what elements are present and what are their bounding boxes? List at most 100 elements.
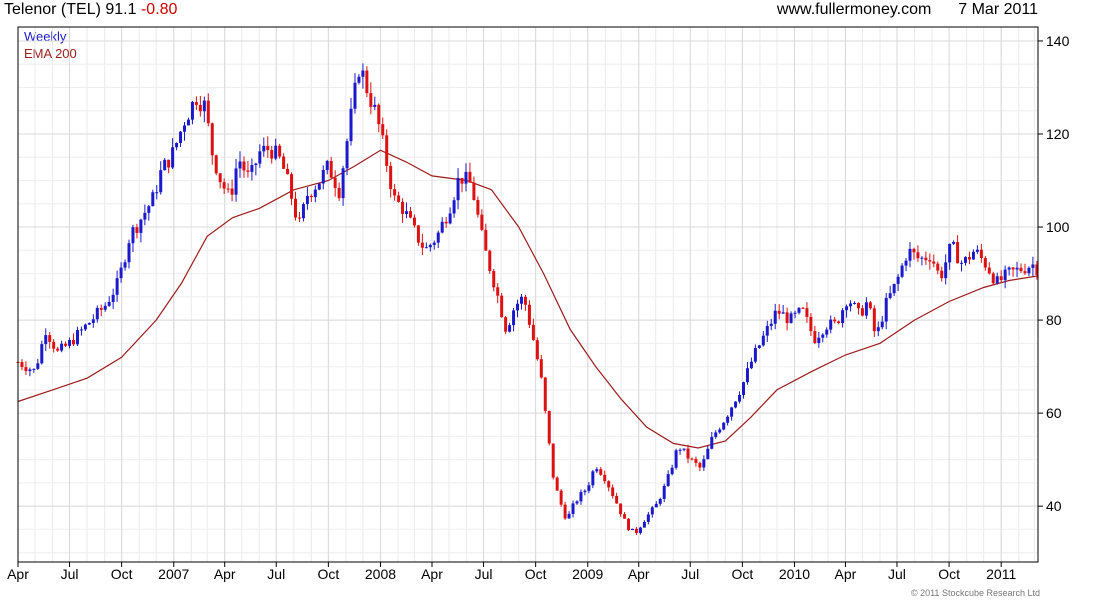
- weekly-body-up: [1007, 267, 1011, 270]
- weekly-body-down: [539, 359, 543, 378]
- weekly-body-down: [230, 188, 234, 195]
- weekly-body-down: [214, 155, 218, 174]
- x-tick-label: Oct: [111, 566, 133, 582]
- weekly-body-up: [274, 145, 278, 159]
- weekly-body-up: [849, 303, 853, 307]
- weekly-body-up: [773, 310, 777, 324]
- weekly-body-down: [484, 229, 488, 251]
- weekly-body-down: [543, 377, 547, 411]
- weekly-body-up: [587, 485, 591, 491]
- weekly-body-up: [151, 192, 155, 207]
- weekly-body-down: [523, 296, 527, 305]
- weekly-body-up: [797, 307, 801, 313]
- weekly-body-down: [278, 145, 282, 157]
- x-tick-label: Oct: [731, 566, 753, 582]
- weekly-body-up: [190, 101, 194, 120]
- weekly-body-down: [20, 362, 24, 368]
- y-tick-label: 40: [1046, 498, 1062, 514]
- weekly-body-down: [531, 324, 535, 341]
- weekly-body-down: [476, 199, 480, 215]
- weekly-body-up: [674, 450, 678, 468]
- weekly-body-up: [583, 490, 587, 493]
- x-tick-label: Apr: [7, 566, 29, 582]
- weekly-body-down: [377, 104, 381, 125]
- weekly-body-up: [702, 459, 706, 468]
- weekly-body-up: [738, 394, 742, 402]
- weekly-body-down: [246, 170, 250, 172]
- weekly-body-up: [44, 335, 48, 345]
- weekly-body-up: [706, 448, 710, 460]
- weekly-body-up: [238, 161, 242, 169]
- weekly-body-down: [389, 165, 393, 190]
- weekly-body-down: [932, 261, 936, 264]
- weekly-body-down: [496, 287, 500, 296]
- x-tick-label: 2009: [572, 566, 603, 582]
- weekly-body-down: [444, 221, 448, 224]
- weekly-body-up: [127, 243, 131, 263]
- weekly-body-up: [512, 310, 516, 326]
- weekly-body-up: [995, 276, 999, 284]
- x-tick-label: Apr: [835, 566, 857, 582]
- weekly-body-down: [135, 227, 139, 233]
- weekly-body-up: [321, 170, 325, 184]
- weekly-body-up: [793, 312, 797, 314]
- weekly-body-down: [222, 182, 226, 189]
- weekly-body-up: [405, 211, 409, 214]
- weekly-body-down: [472, 182, 476, 200]
- weekly-body-up: [654, 503, 658, 508]
- weekly-body-up: [325, 160, 329, 171]
- weekly-body-down: [492, 270, 496, 288]
- weekly-body-down: [991, 273, 995, 284]
- x-tick-label: Jul: [267, 566, 285, 582]
- weekly-body-down: [333, 177, 337, 188]
- weekly-body-down: [309, 195, 313, 198]
- weekly-body-down: [420, 242, 424, 248]
- weekly-body-down: [694, 459, 698, 463]
- weekly-body-down: [967, 257, 971, 260]
- weekly-body-down: [297, 217, 301, 219]
- weekly-body-down: [634, 528, 638, 534]
- weekly-body-up: [829, 319, 833, 330]
- weekly-body-up: [642, 521, 646, 528]
- weekly-body-down: [527, 304, 531, 325]
- weekly-body-up: [40, 344, 44, 364]
- weekly-body-up: [825, 329, 829, 335]
- weekly-body-down: [856, 302, 860, 309]
- price-chart: 40 60 80 100 120 140 Apr Jul Oct 2007 Apr Jul Oct 200…: [7, 26, 1070, 582]
- weekly-body-up: [650, 507, 654, 515]
- weekly-body-up: [880, 321, 884, 328]
- weekly-body-down: [559, 490, 563, 505]
- weekly-body-up: [769, 323, 773, 326]
- weekly-body-up: [575, 501, 579, 504]
- weekly-body-down: [833, 319, 837, 322]
- weekly-body-up: [964, 257, 968, 263]
- weekly-body-up: [440, 221, 444, 233]
- weekly-body-up: [876, 327, 880, 332]
- weekly-body-up: [789, 313, 793, 324]
- weekly-body-up: [678, 449, 682, 451]
- weekly-body-up: [179, 131, 183, 143]
- weekly-body-up: [305, 195, 309, 205]
- weekly-body-up: [91, 319, 95, 323]
- weekly-body-up: [975, 249, 979, 252]
- weekly-body-down: [226, 188, 230, 190]
- x-tick-label: Oct: [317, 566, 339, 582]
- weekly-body-up: [516, 303, 520, 311]
- weekly-body-down: [924, 257, 928, 261]
- weekly-body-up: [171, 147, 175, 168]
- weekly-body-down: [468, 171, 472, 183]
- weekly-body-up: [452, 200, 456, 214]
- weekly-body-down: [785, 312, 789, 324]
- weekly-body-down: [270, 150, 274, 159]
- weekly-body-down: [603, 474, 607, 482]
- weekly-body-down: [198, 104, 202, 112]
- weekly-body-up: [448, 213, 452, 224]
- weekly-body-down: [1023, 271, 1027, 274]
- x-tick-label: Apr: [214, 566, 236, 582]
- weekly-body-up: [1027, 267, 1031, 274]
- weekly-body-down: [607, 481, 611, 488]
- x-tick-label: Oct: [525, 566, 547, 582]
- weekly-body-up: [904, 260, 908, 266]
- weekly-body-up: [888, 293, 892, 298]
- weekly-body-down: [242, 161, 246, 171]
